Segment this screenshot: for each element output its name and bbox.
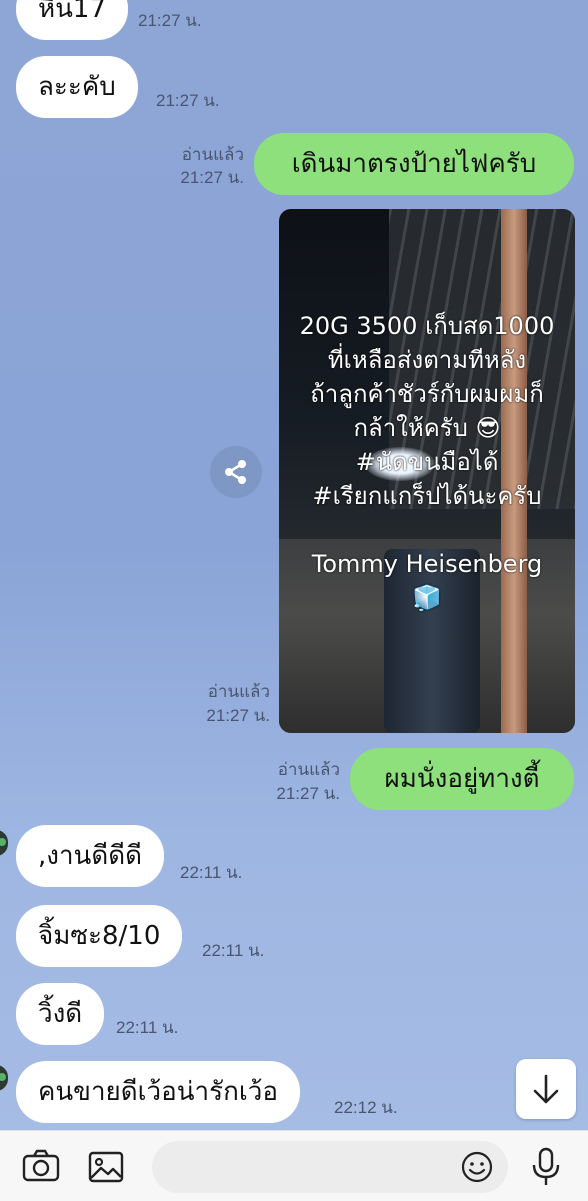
emoji-icon[interactable]	[460, 1150, 494, 1184]
message-text: ผมนั่งอยู่ทางตี้	[384, 764, 540, 794]
message-bubble[interactable]: ละะคับ	[16, 56, 138, 118]
caption-line: ที่เหลือส่งตามทีหลัง	[327, 346, 527, 374]
caption-line: ถ้าลูกค้าชัวร์กับผมผมก็	[310, 380, 544, 408]
message-bubble[interactable]: เดินมาตรงป้ายไฟครับ	[254, 133, 574, 195]
message-time: 22:11 น.	[180, 863, 243, 882]
scroll-to-bottom-button[interactable]	[516, 1059, 576, 1119]
share-button[interactable]	[210, 446, 262, 498]
caption-line: #เรียกแกร็ปได้นะครับ	[312, 482, 542, 510]
message-text: วิ้งดี	[38, 999, 83, 1029]
input-toolbar	[0, 1130, 588, 1201]
read-receipt: อ่านแล้ว	[181, 145, 244, 164]
camera-icon	[22, 1149, 60, 1182]
avatar[interactable]	[0, 830, 8, 856]
read-receipt: อ่านแล้ว	[277, 760, 340, 779]
message-text: ละะคับ	[38, 72, 116, 102]
caption-line: 🧊	[412, 584, 442, 612]
message-time: 21:27 น.	[206, 706, 270, 725]
message-text: หิน17	[38, 0, 106, 24]
microphone-icon	[532, 1147, 560, 1185]
message-input[interactable]	[152, 1141, 508, 1193]
voice-button[interactable]	[530, 1147, 562, 1191]
image-caption: 20G 3500 เก็บสด1000 ที่เหลือส่งตามทีหลัง…	[279, 309, 575, 615]
image-message[interactable]: 20G 3500 เก็บสด1000 ที่เหลือส่งตามทีหลัง…	[279, 209, 575, 733]
message-time: 22:11 น.	[116, 1018, 179, 1037]
message-text: คนขายดีเว้อน่ารักเว้อ	[38, 1077, 278, 1107]
message-bubble[interactable]: หิน17	[16, 0, 128, 40]
arrow-down-icon	[533, 1074, 559, 1104]
caption-line	[279, 513, 575, 547]
avatar[interactable]	[0, 1065, 8, 1091]
message-time: 21:27 น.	[276, 784, 340, 803]
caption-line: กล้าให้ครับ 😎	[353, 414, 501, 442]
message-time: 21:27 น.	[138, 11, 202, 30]
image-icon	[88, 1151, 124, 1183]
message-text: เดินมาตรงป้ายไฟครับ	[291, 149, 537, 179]
message-time: 21:27 น.	[180, 168, 244, 187]
message-time: 22:11 น.	[202, 941, 265, 960]
message-bubble[interactable]: วิ้งดี	[16, 983, 105, 1045]
message-time: 21:27 น.	[156, 91, 220, 110]
message-time: 22:12 น.	[334, 1098, 398, 1117]
message-text: จิ้มซะ8/10	[38, 921, 161, 951]
read-receipt: อ่านแล้ว	[207, 682, 270, 701]
caption-line: 20G 3500 เก็บสด1000	[299, 312, 555, 340]
caption-line: #นัดขนมือได้	[355, 448, 499, 476]
message-bubble[interactable]: จิ้มซะ8/10	[16, 905, 183, 967]
chat-area[interactable]: หิน17 21:27 น. ละะคับ 21:27 น. อ่านแล้ว …	[0, 0, 588, 1130]
message-bubble[interactable]: ผมนั่งอยู่ทางตี้	[350, 748, 574, 810]
camera-button[interactable]	[22, 1149, 60, 1187]
share-icon	[225, 460, 246, 484]
caption-line: Tommy Heisenberg	[311, 550, 543, 578]
message-bubble[interactable]: คนขายดีเว้อน่ารักเว้อ	[16, 1061, 300, 1123]
message-bubble[interactable]: ,งานดีดีดี	[16, 825, 164, 887]
gallery-button[interactable]	[88, 1151, 124, 1187]
message-text: ,งานดีดีดี	[38, 841, 142, 871]
